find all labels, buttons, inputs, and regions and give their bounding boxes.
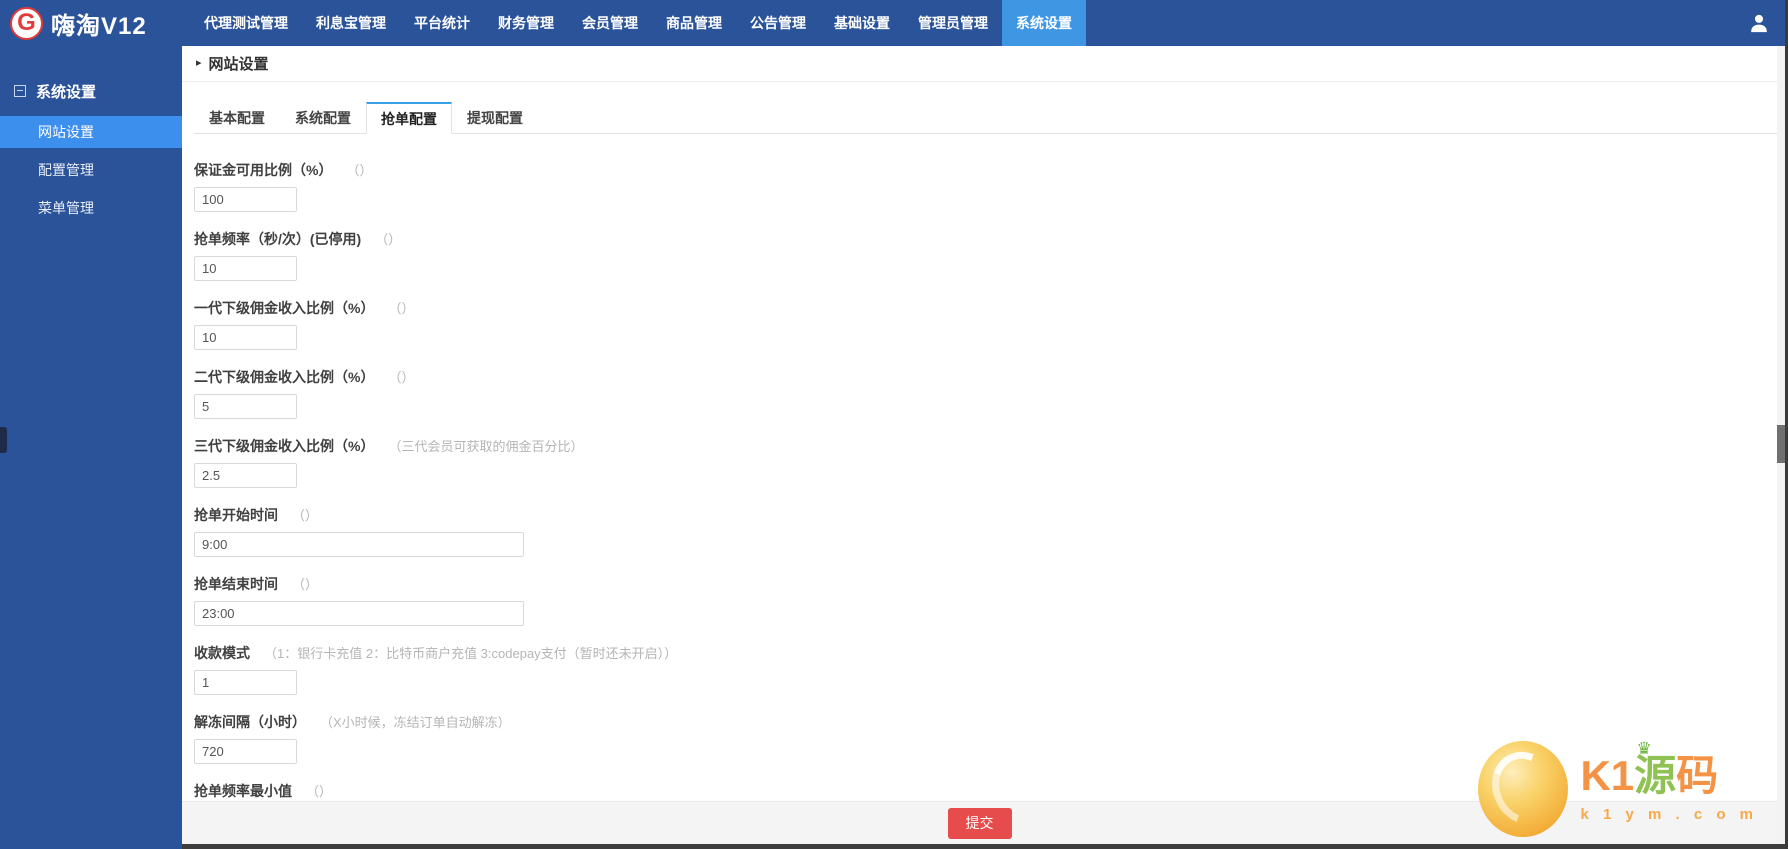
level1-commission-input[interactable] (194, 325, 297, 350)
k1ym-egg-logo-icon (1478, 741, 1569, 837)
nav-item-lixibao[interactable]: 利息宝管理 (302, 0, 400, 46)
field-label: 收款模式 (194, 644, 250, 661)
tab-system-config[interactable]: 系统配置 (280, 102, 366, 134)
nav-item-admin-management[interactable]: 管理员管理 (904, 0, 1002, 46)
form-field-grab-end-time: 抢单结束时间 （） (194, 574, 1777, 626)
k1ym-brand-yuan: 源 (1634, 752, 1677, 799)
field-hint: （） (292, 577, 319, 592)
nav-item-products[interactable]: 商品管理 (652, 0, 736, 46)
field-label: 三代下级佣金收入比例（%） (194, 437, 375, 454)
form-field-payment-mode: 收款模式 （1：银行卡充值 2：比特币商户充值 3:codepay支付（暂时还未… (194, 643, 1777, 695)
breadcrumb-arrow-icon: ▸ (196, 57, 202, 69)
field-hint: （） (375, 232, 402, 247)
unfreeze-interval-input[interactable] (194, 739, 297, 764)
sidebar-item-config-management[interactable]: 配置管理 (0, 154, 182, 186)
field-hint: （） (388, 370, 415, 385)
k1ym-domain: k 1 y m . c o m (1580, 806, 1758, 823)
sidebar-group-system-settings[interactable]: 系统设置 (0, 74, 182, 108)
field-label: 抢单频率最小值 (194, 782, 292, 799)
field-hint: （） (346, 163, 373, 178)
brand-logo[interactable]: G 嗨淘V12 (0, 0, 190, 46)
field-hint: （三代会员可获取的佣金百分比） (388, 439, 584, 454)
admin-screen: G 嗨淘V12 代理测试管理 利息宝管理 平台统计 财务管理 会员管理 商品管理… (0, 0, 1788, 849)
field-label: 一代下级佣金收入比例（%） (194, 299, 375, 316)
collapse-minus-icon[interactable] (14, 85, 26, 97)
form-field-level2-commission: 二代下级佣金收入比例（%） （） (194, 367, 1777, 419)
k1ym-watermark-text: ♛ K1源码 k 1 y m . c o m (1580, 740, 1758, 823)
field-label: 二代下级佣金收入比例（%） (194, 368, 375, 385)
payment-mode-input[interactable] (194, 670, 297, 695)
k1ym-brand-k1: K1 (1580, 752, 1635, 799)
field-hint: （1：银行卡充值 2：比特币商户充值 3:codepay支付（暂时还未开启）） (264, 646, 678, 661)
k1ym-brand-ma: 码 (1676, 752, 1719, 799)
sidebar-items: 网站设置 配置管理 菜单管理 (0, 116, 182, 224)
grab-frequency-input[interactable] (194, 256, 297, 281)
form-field-level1-commission: 一代下级佣金收入比例（%） （） (194, 298, 1777, 350)
nav-item-platform-stats[interactable]: 平台统计 (400, 0, 484, 46)
brand-title: 嗨淘V12 (51, 12, 147, 40)
sidebar: 系统设置 网站设置 配置管理 菜单管理 (0, 46, 182, 849)
margin-available-ratio-input[interactable] (194, 187, 297, 212)
page-title: 网站设置 (208, 56, 269, 73)
field-hint: （） (306, 784, 333, 799)
nav-item-finance[interactable]: 财务管理 (484, 0, 568, 46)
field-label: 抢单开始时间 (194, 506, 278, 523)
user-account-icon[interactable] (1748, 12, 1770, 34)
sidebar-group-label: 系统设置 (36, 83, 97, 101)
field-label: 抢单频率（秒/次）(已停用) (194, 230, 362, 247)
tab-basic-config[interactable]: 基本配置 (194, 102, 280, 134)
vertical-scrollbar-thumb[interactable] (1777, 425, 1785, 463)
grab-start-time-input[interactable] (194, 532, 524, 557)
settings-tabs: 基本配置 系统配置 抢单配置 提现配置 (194, 102, 1777, 134)
nav-item-agent-test[interactable]: 代理测试管理 (190, 0, 302, 46)
tab-grab-order-config[interactable]: 抢单配置 (366, 102, 452, 134)
sidebar-item-website-settings[interactable]: 网站设置 (0, 116, 182, 148)
form-field-level3-commission: 三代下级佣金收入比例（%） （三代会员可获取的佣金百分比） (194, 436, 1777, 488)
grab-end-time-input[interactable] (194, 601, 524, 626)
nav-item-basic-settings[interactable]: 基础设置 (820, 0, 904, 46)
field-hint: （X小时候，冻结订单自动解冻） (320, 715, 511, 730)
form-field-margin-available-ratio: 保证金可用比例（%） （） (194, 160, 1777, 212)
brand-logo-icon: G (10, 6, 43, 40)
field-label: 保证金可用比例（%） (194, 161, 333, 178)
left-edge-handle (0, 427, 7, 453)
breadcrumb: ▸ 网站设置 (182, 46, 1777, 82)
grab-order-config-form: 保证金可用比例（%） （） 抢单频率（秒/次）(已停用) （） 一代下级佣金收入… (182, 134, 1777, 833)
top-navbar: G 嗨淘V12 代理测试管理 利息宝管理 平台统计 财务管理 会员管理 商品管理… (0, 0, 1788, 46)
tab-withdraw-config[interactable]: 提现配置 (452, 102, 538, 134)
submit-button[interactable]: 提交 (947, 807, 1012, 839)
nav-item-members[interactable]: 会员管理 (568, 0, 652, 46)
level3-commission-input[interactable] (194, 463, 297, 488)
k1ym-brand: ♛ K1源码 (1580, 740, 1719, 799)
main-content: ▸ 网站设置 基本配置 系统配置 抢单配置 提现配置 保证金可用比例（%） （）… (182, 46, 1777, 844)
field-hint: （） (292, 508, 319, 523)
form-field-grab-frequency: 抢单频率（秒/次）(已停用) （） (194, 229, 1777, 281)
field-hint: （） (388, 301, 415, 316)
sidebar-item-menu-management[interactable]: 菜单管理 (0, 192, 182, 224)
top-nav-menu: 代理测试管理 利息宝管理 平台统计 财务管理 会员管理 商品管理 公告管理 基础… (190, 0, 1086, 46)
level2-commission-input[interactable] (194, 394, 297, 419)
vertical-scrollbar-track[interactable] (1777, 46, 1785, 844)
k1ym-watermark: ♛ K1源码 k 1 y m . c o m (1478, 740, 1758, 837)
form-field-grab-start-time: 抢单开始时间 （） (194, 505, 1777, 557)
field-label: 抢单结束时间 (194, 575, 278, 592)
crown-icon: ♛ (1636, 739, 1652, 758)
field-label: 解冻间隔（小时） (194, 713, 306, 730)
nav-item-system-settings[interactable]: 系统设置 (1002, 0, 1086, 46)
nav-item-announcements[interactable]: 公告管理 (736, 0, 820, 46)
bottom-dark-strip (182, 844, 1788, 849)
